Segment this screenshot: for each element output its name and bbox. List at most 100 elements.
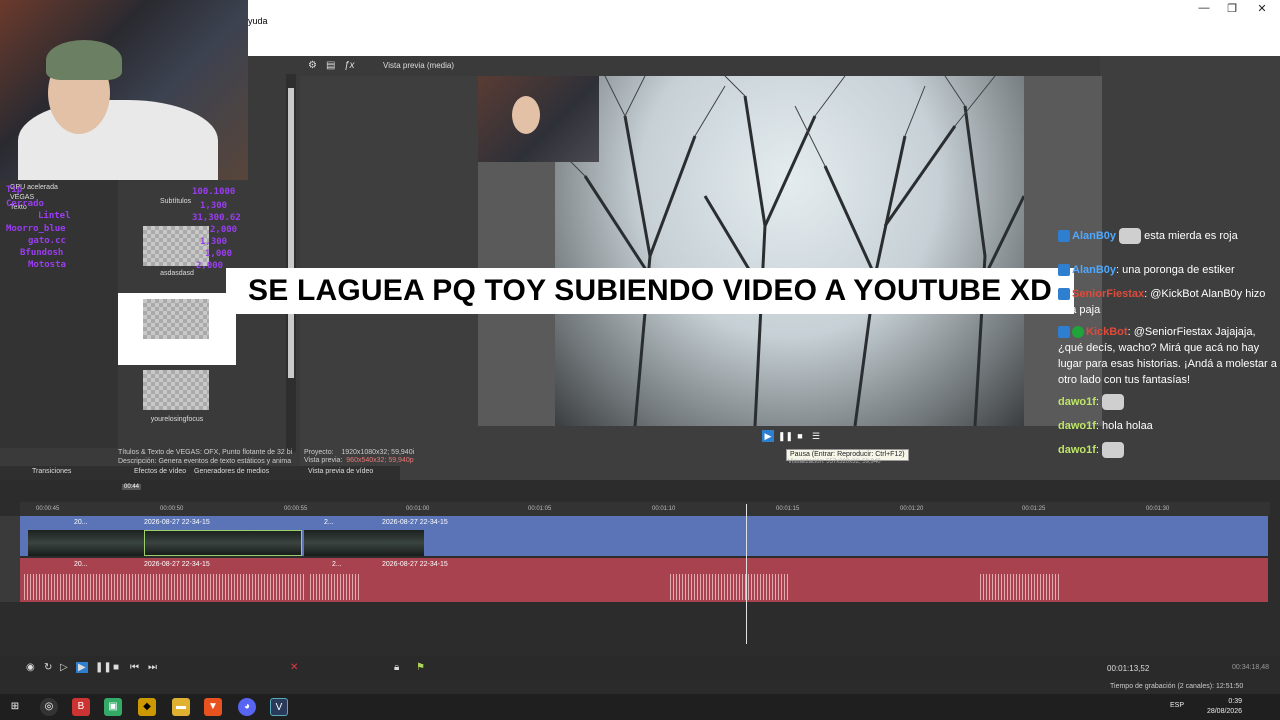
- overlay-text: gato.cc: [28, 236, 66, 246]
- toolbar-strip: [248, 30, 1280, 56]
- stop-icon[interactable]: ■: [794, 430, 806, 442]
- folder-icon[interactable]: ▬: [172, 698, 190, 716]
- maximize-button[interactable]: ❐: [1218, 2, 1246, 16]
- webcam-overlay: [0, 0, 248, 180]
- windows-start-icon[interactable]: ⊞: [6, 698, 24, 716]
- preview-transport: ▶ ❚❚ ■ ☰: [760, 430, 824, 444]
- twitch-icon: [1058, 264, 1070, 277]
- overlay-text: Motosta: [28, 260, 66, 270]
- preview-value: 960x540x32; 59,940p: [346, 457, 414, 464]
- preset-thumbnail[interactable]: [143, 370, 209, 410]
- audio-track[interactable]: 2026-08-27 22-34-15 20... 2... 2026-08-2…: [20, 558, 1268, 602]
- preview-quality-dropdown[interactable]: Vista previa (media): [383, 61, 454, 70]
- chat-message: dawo1f:: [1058, 442, 1278, 459]
- video-track[interactable]: 2026-08-27 22-34-15 20... 2... 2026-08-2…: [20, 516, 1268, 556]
- next-frame-icon[interactable]: ⏭: [148, 662, 157, 673]
- chat-message: AlanB0y: una poronga de estiker: [1058, 262, 1278, 278]
- clip-name: 2...: [324, 519, 334, 526]
- clip-name: 2026-08-27 22-34-15: [382, 561, 448, 568]
- prev-frame-icon[interactable]: ⏮: [130, 662, 139, 673]
- display-info: Visualización: 557x320x32; 59,940: [788, 459, 881, 465]
- playhead[interactable]: [746, 504, 747, 644]
- ruler-tick: 00:01:30: [1146, 506, 1170, 512]
- preview-webcam-face: [512, 96, 540, 134]
- minimize-button[interactable]: —: [1190, 2, 1218, 16]
- emote-icon: [1119, 228, 1142, 245]
- clip-name: 20...: [74, 519, 88, 526]
- play-from-start-icon[interactable]: ▷: [60, 662, 68, 673]
- media-header: Subtítulos: [160, 198, 192, 205]
- brave-icon[interactable]: ▼: [204, 698, 222, 716]
- play-icon[interactable]: ▶: [762, 430, 774, 442]
- audio-waveform: [310, 574, 360, 600]
- menu-help[interactable]: yuda: [248, 16, 268, 26]
- pause-icon[interactable]: ❚❚: [778, 430, 793, 442]
- chat-nick: dawo1f: [1058, 444, 1096, 456]
- time-ruler[interactable]: 00:00:45 00:00:50 00:00:55 00:01:00 00:0…: [20, 502, 1270, 516]
- video-clip[interactable]: [28, 530, 144, 556]
- chat-text: una poronga de estiker: [1122, 264, 1235, 276]
- track-headers[interactable]: [0, 516, 20, 602]
- obs-icon[interactable]: ◎: [40, 698, 58, 716]
- stop-icon[interactable]: ■: [113, 662, 119, 673]
- ruler-tick: 00:00:55: [284, 506, 308, 512]
- chat-nick: AlanB0y: [1072, 264, 1117, 276]
- chat-message: SeniorFiestax: @KickBot AlanB0y hizo una…: [1058, 288, 1266, 316]
- marker-icon[interactable]: ⚑: [416, 662, 425, 673]
- selected-preset[interactable]: [118, 293, 236, 365]
- binance-icon[interactable]: ◆: [138, 698, 156, 716]
- end-timecode: 00:34:18,48: [1232, 664, 1269, 671]
- language-indicator[interactable]: ESP: [1170, 702, 1184, 709]
- lock-icon[interactable]: 🔒︎: [394, 662, 399, 673]
- overlay-text: 2,000: [210, 225, 238, 235]
- tab-video-preview[interactable]: Vista previa de vídeo: [308, 468, 373, 475]
- left-tab-bar: Transiciones Efectos de vídeo Generadore…: [0, 466, 300, 480]
- cat-emote-icon: [1102, 442, 1125, 459]
- cat-emote-icon: [1102, 394, 1125, 411]
- preview-webcam: [478, 76, 599, 162]
- ruler-tick: 00:01:20: [900, 506, 924, 512]
- gear-icon[interactable]: ⚙: [308, 60, 317, 71]
- clock[interactable]: 0:39 28/08/2026: [1207, 697, 1242, 717]
- project-value: 1920x1080x32; 59,940i: [341, 449, 415, 456]
- preset-label: asdasdasd: [160, 270, 194, 277]
- audio-waveform: [980, 574, 1060, 600]
- media-scrollbar[interactable]: [286, 74, 296, 452]
- fx-icon[interactable]: ƒx: [344, 60, 355, 71]
- ruler-tick: 00:01:25: [1022, 506, 1046, 512]
- loop-icon[interactable]: ↻: [44, 662, 52, 673]
- vegas-icon[interactable]: V: [270, 698, 288, 716]
- video-clip[interactable]: [304, 530, 424, 556]
- overlay-text: Tip: [6, 185, 23, 195]
- pause-icon[interactable]: ❚❚: [95, 662, 112, 673]
- preview-label: Vista previa:: [304, 457, 343, 464]
- current-timecode: 00:01:13,52: [1107, 664, 1150, 673]
- chat-text: esta mierda es roja: [1144, 230, 1238, 242]
- chat-nick: AlanB0y: [1072, 230, 1117, 242]
- twitch-icon: [1058, 230, 1070, 243]
- close-button[interactable]: ✕: [1248, 2, 1276, 16]
- chat-nick: dawo1f: [1058, 420, 1096, 432]
- clock-time: 0:39: [1228, 698, 1242, 705]
- copy-icon[interactable]: ▤: [326, 60, 335, 71]
- clip-name: 20...: [74, 561, 88, 568]
- chat-message: dawo1f:: [1058, 394, 1278, 411]
- play-icon[interactable]: ▶: [76, 662, 88, 673]
- taskbar: ⊞ ◎ B ▣ ◆ ▬ ▼ ◕ V ESP 0:39 28/08/2026: [0, 694, 1280, 720]
- app-icon[interactable]: B: [72, 698, 90, 716]
- ruler-tick: 00:00:45: [36, 506, 60, 512]
- scrollbar-thumb[interactable]: [288, 88, 294, 378]
- menu-icon[interactable]: ☰: [810, 430, 822, 442]
- chat-message: dawo1f: hola holaa: [1058, 420, 1153, 432]
- tab-video-effects[interactable]: Efectos de vídeo: [134, 468, 186, 475]
- delete-icon[interactable]: ✕: [290, 662, 298, 673]
- tab-transitions[interactable]: Transiciones: [32, 468, 71, 475]
- app-icon[interactable]: ▣: [104, 698, 122, 716]
- chat-text: hola holaa: [1102, 420, 1153, 432]
- video-clip-selected[interactable]: [144, 530, 302, 556]
- record-icon[interactable]: ◉: [26, 662, 35, 673]
- clip-name: 2026-08-27 22-34-15: [144, 519, 210, 526]
- tab-media-generators[interactable]: Generadores de medios: [194, 468, 269, 475]
- ruler-tick: 00:01:00: [406, 506, 430, 512]
- discord-icon[interactable]: ◕: [238, 698, 256, 716]
